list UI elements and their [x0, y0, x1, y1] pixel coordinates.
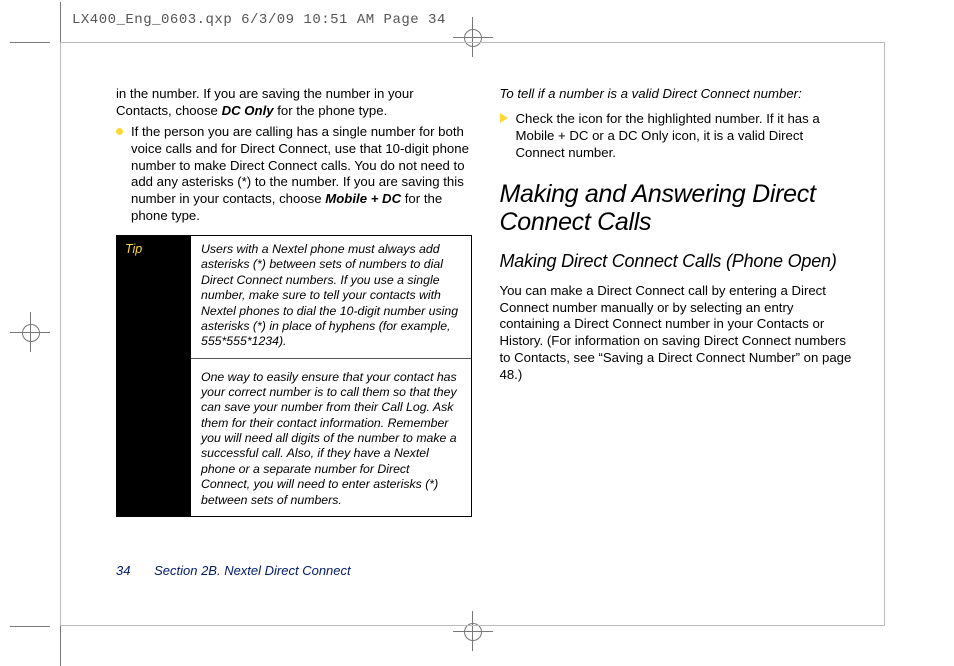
intro-dc-only: DC Only	[222, 103, 274, 118]
bullet-dot-icon	[116, 128, 123, 135]
intro-paragraph: in the number. If you are saving the num…	[116, 86, 472, 120]
bullet-item: If the person you are calling has a sing…	[116, 124, 472, 225]
page-footer: 34 Section 2B. Nextel Direct Connect	[116, 563, 351, 578]
page-number: 34	[116, 563, 130, 578]
tip-label-spacer	[117, 364, 191, 516]
section-title: Making and Answering Direct Connect Call…	[500, 180, 856, 238]
tip-text-2: One way to easily ensure that your conta…	[191, 364, 471, 516]
page-content: in the number. If you are saving the num…	[60, 42, 885, 626]
intro-text-2: for the phone type.	[274, 103, 388, 118]
section-label: Section 2B. Nextel Direct Connect	[154, 563, 351, 578]
tip-box: Tip Users with a Nextel phone must alway…	[116, 235, 472, 517]
tip-text-1: Users with a Nextel phone must always ad…	[191, 236, 471, 358]
tip-label: Tip	[117, 236, 191, 358]
lead-in-text: To tell if a number is a valid Direct Co…	[500, 86, 856, 103]
triangle-bullet-icon	[500, 113, 508, 123]
check-item-text: Check the icon for the highlighted numbe…	[516, 111, 856, 162]
right-column: To tell if a number is a valid Direct Co…	[500, 86, 856, 517]
check-item: Check the icon for the highlighted numbe…	[500, 111, 856, 162]
bullet-mobile-dc: Mobile + DC	[325, 191, 401, 206]
imposition-slug: LX400_Eng_0603.qxp 6/3/09 10:51 AM Page …	[72, 12, 446, 28]
tip-divider	[191, 358, 471, 359]
left-column: in the number. If you are saving the num…	[116, 86, 472, 517]
subsection-title: Making Direct Connect Calls (Phone Open)	[500, 251, 856, 273]
body-paragraph: You can make a Direct Connect call by en…	[500, 283, 856, 384]
